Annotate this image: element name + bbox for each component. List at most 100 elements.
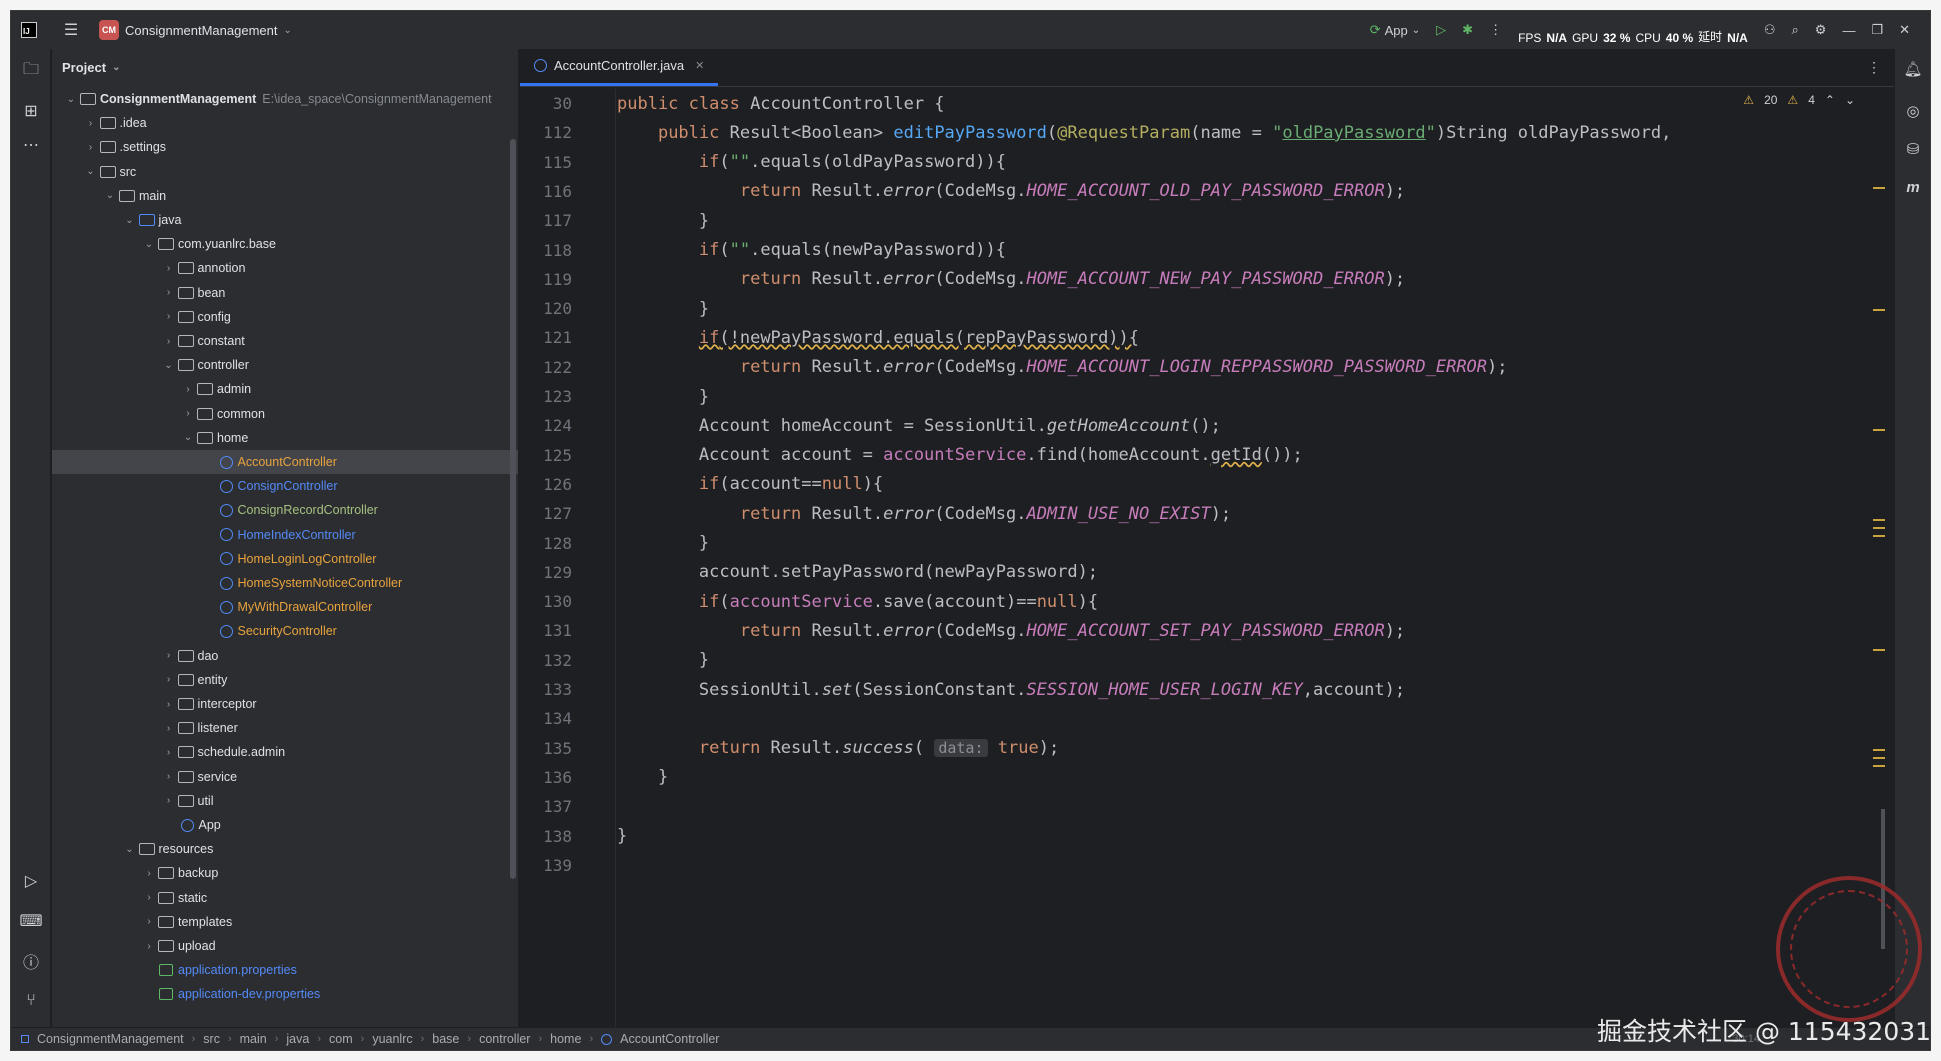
tree-item-listener[interactable]: › listener: [52, 716, 518, 740]
code-text[interactable]: return Result.error(CodeMsg.HOME_ACCOUNT…: [617, 621, 1405, 641]
chevron-right-icon[interactable]: ›: [84, 118, 98, 129]
code-text[interactable]: return Result.error(CodeMsg.HOME_ACCOUNT…: [617, 269, 1405, 289]
tree-item-bean[interactable]: › bean: [52, 281, 518, 305]
line-number[interactable]: 30: [520, 94, 572, 113]
error-stripe-marker[interactable]: [1873, 187, 1885, 189]
tree-item-app[interactable]: App: [52, 813, 518, 837]
tree-item-schedule-admin[interactable]: › schedule.admin: [52, 740, 518, 764]
code-text[interactable]: public Result<Boolean> editPayPassword(@…: [617, 123, 1671, 143]
breadcrumb-item[interactable]: AccountController: [620, 1032, 719, 1046]
run-config-selector[interactable]: ⟳ App ⌄: [1370, 22, 1420, 38]
chevron-right-icon[interactable]: ›: [142, 892, 156, 903]
tree-item-util[interactable]: › util: [52, 789, 518, 813]
code-text[interactable]: return Result.error(CodeMsg.ADMIN_USE_NO…: [617, 504, 1231, 524]
tree-item-consignmentmanagement[interactable]: ⌄ ConsignmentManagement E:\idea_space\Cons…: [52, 87, 518, 111]
error-stripe-marker[interactable]: [1873, 535, 1885, 537]
tree-item-controller[interactable]: ⌄ controller: [52, 353, 518, 377]
tree-item--idea[interactable]: › .idea: [52, 111, 518, 135]
settings-gear-icon[interactable]: ⚙: [1815, 22, 1827, 38]
terminal-icon[interactable]: ⌨: [19, 909, 43, 933]
line-number[interactable]: 122: [520, 358, 572, 377]
tree-item-homeindexcontroller[interactable]: HomeIndexController: [52, 523, 518, 547]
code-line[interactable]: 133 SessionUtil.set(SessionConstant.SESS…: [520, 675, 1895, 704]
tree-item-home[interactable]: ⌄ home: [52, 426, 518, 450]
close-tab-icon[interactable]: ✕: [695, 59, 704, 72]
tree-item-static[interactable]: › static: [52, 886, 518, 910]
chevron-down-icon[interactable]: ⌄: [181, 432, 195, 443]
tree-item-upload[interactable]: › upload: [52, 934, 518, 958]
line-number[interactable]: 116: [520, 182, 572, 201]
breadcrumb-item[interactable]: src: [203, 1032, 220, 1046]
code-line[interactable]: 122 return Result.error(CodeMsg.HOME_ACC…: [520, 353, 1895, 382]
code-line[interactable]: 128 }: [520, 529, 1895, 558]
chevron-down-icon[interactable]: ⌄: [123, 215, 137, 226]
tree-item-templates[interactable]: › templates: [52, 910, 518, 934]
chevron-down-icon[interactable]: ⌄: [103, 190, 117, 201]
project-panel-header[interactable]: Project ⌄: [52, 49, 518, 85]
editor-tab[interactable]: AccountController.java ✕: [520, 48, 719, 86]
tree-item-application-dev-properties[interactable]: application-dev.properties: [52, 982, 518, 1006]
error-stripe-marker[interactable]: [1873, 749, 1885, 751]
tree-item--settings[interactable]: › .settings: [52, 135, 518, 159]
line-number[interactable]: 127: [520, 504, 572, 523]
code-line[interactable]: 138}: [520, 822, 1895, 851]
database-icon[interactable]: ⛁: [1903, 139, 1923, 159]
tree-item-annotion[interactable]: › annotion: [52, 256, 518, 280]
line-number[interactable]: 136: [520, 768, 572, 787]
code-line[interactable]: 121 if(!newPayPassword.equals(repPayPass…: [520, 323, 1895, 352]
line-number[interactable]: 117: [520, 211, 572, 230]
more-actions-icon[interactable]: ⋮: [1489, 22, 1502, 38]
git-icon[interactable]: ⑂: [19, 989, 43, 1013]
chevron-right-icon[interactable]: ›: [84, 142, 98, 153]
code-line[interactable]: 119 return Result.error(CodeMsg.HOME_ACC…: [520, 265, 1895, 294]
code-line[interactable]: 120 }: [520, 294, 1895, 323]
code-line[interactable]: 130 if(accountService.save(account)==nul…: [520, 587, 1895, 616]
breadcrumb-item[interactable]: home: [550, 1032, 581, 1046]
notifications-bell-icon[interactable]: 🔔︎: [1903, 59, 1923, 79]
breadcrumb-item[interactable]: controller: [479, 1032, 530, 1046]
tree-item-homesystemnoticecontroller[interactable]: HomeSystemNoticeController: [52, 571, 518, 595]
chevron-down-icon[interactable]: ⌄: [123, 844, 137, 855]
code-text[interactable]: }: [617, 767, 668, 787]
breadcrumb-item[interactable]: com: [329, 1032, 353, 1046]
tree-item-config[interactable]: › config: [52, 305, 518, 329]
ai-assistant-icon[interactable]: ◎: [1903, 101, 1923, 121]
code-line[interactable]: 112 public Result<Boolean> editPayPasswo…: [520, 118, 1895, 147]
restore-icon[interactable]: ❐: [1871, 22, 1883, 38]
error-stripe-marker[interactable]: [1873, 527, 1885, 529]
code-text[interactable]: if(!newPayPassword.equals(repPayPassword…: [617, 328, 1139, 348]
code-line[interactable]: 116 return Result.error(CodeMsg.HOME_ACC…: [520, 177, 1895, 206]
tree-item-interceptor[interactable]: › interceptor: [52, 692, 518, 716]
tab-more-icon[interactable]: ⋮: [1867, 59, 1881, 76]
code-line[interactable]: 125 Account account = accountService.fin…: [520, 441, 1895, 470]
line-number[interactable]: 135: [520, 739, 572, 758]
chevron-right-icon[interactable]: ›: [162, 699, 176, 710]
tree-item-service[interactable]: › service: [52, 765, 518, 789]
tree-item-consigncontroller[interactable]: ConsignController: [52, 474, 518, 498]
problems-icon[interactable]: ⓘ: [19, 949, 43, 973]
more-tools-icon[interactable]: ⋯: [19, 133, 43, 157]
tree-item-backup[interactable]: › backup: [52, 861, 518, 885]
code-line[interactable]: 132 }: [520, 646, 1895, 675]
line-number[interactable]: 126: [520, 475, 572, 494]
search-icon[interactable]: ⌕: [1792, 22, 1799, 38]
tree-item-securitycontroller[interactable]: SecurityController: [52, 619, 518, 643]
debug-icon[interactable]: ✱: [1462, 22, 1473, 38]
error-stripe-marker[interactable]: [1873, 519, 1885, 521]
error-stripe-marker[interactable]: [1873, 757, 1885, 759]
tree-item-resources[interactable]: ⌄ resources: [52, 837, 518, 861]
line-number[interactable]: 128: [520, 534, 572, 553]
line-number[interactable]: 129: [520, 563, 572, 582]
chevron-down-icon[interactable]: ⌄: [142, 239, 156, 250]
line-number[interactable]: 112: [520, 123, 572, 142]
breadcrumb-item[interactable]: main: [240, 1032, 267, 1046]
line-number[interactable]: 121: [520, 328, 572, 347]
code-line[interactable]: 126 if(account==null){: [520, 470, 1895, 499]
services-icon[interactable]: ▷: [19, 869, 43, 893]
tree-item-admin[interactable]: › admin: [52, 377, 518, 401]
code-text[interactable]: }: [617, 299, 709, 319]
breadcrumb-item[interactable]: java: [286, 1032, 309, 1046]
project-switcher[interactable]: CM ConsignmentManagement ⌄: [99, 20, 292, 40]
tree-item-main[interactable]: ⌄ main: [52, 184, 518, 208]
code-line[interactable]: 137: [520, 792, 1895, 821]
